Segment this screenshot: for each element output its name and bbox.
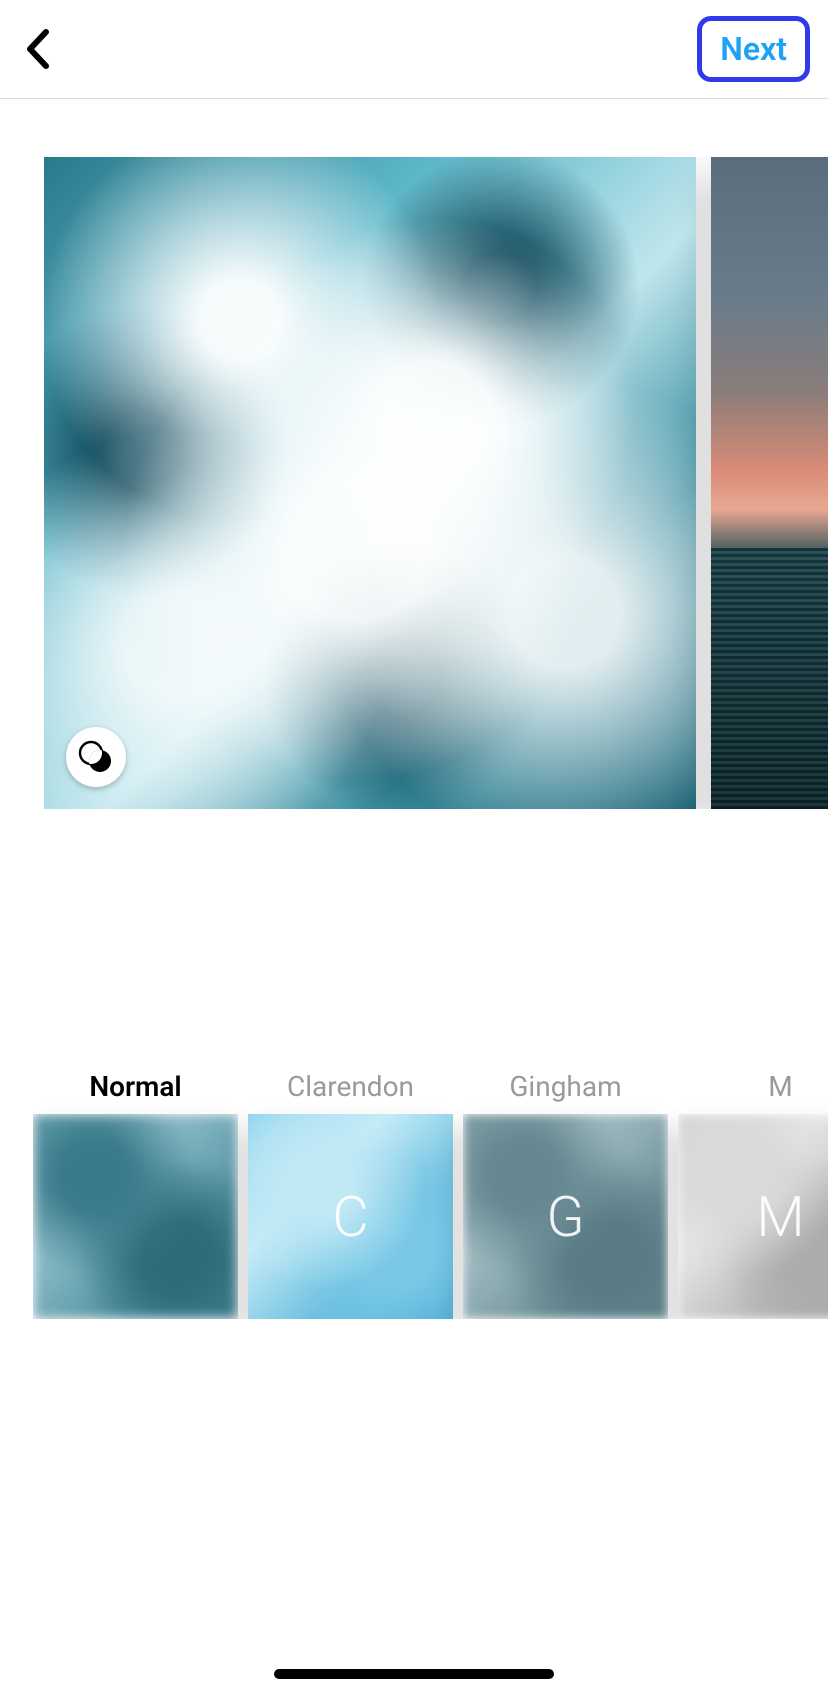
filter-label: Clarendon	[287, 1058, 414, 1114]
lux-adjust-button[interactable]	[733, 727, 793, 787]
header-bar: Next	[0, 0, 828, 99]
home-indicator	[274, 1669, 554, 1679]
filter-thumbnail: G	[463, 1114, 668, 1319]
filter-option-gingham[interactable]: Gingham G	[463, 1058, 668, 1319]
filter-label: Gingham	[509, 1058, 621, 1114]
filter-option-normal[interactable]: Normal	[33, 1058, 238, 1319]
filter-letter: M	[678, 1114, 828, 1319]
venn-contrast-icon	[745, 739, 781, 775]
filter-thumbnail: C	[248, 1114, 453, 1319]
preview-image-2[interactable]	[711, 157, 828, 809]
filter-label: M	[768, 1058, 792, 1114]
filter-thumbnail: M	[678, 1114, 828, 1319]
lux-adjust-button[interactable]	[66, 727, 126, 787]
venn-contrast-icon	[78, 739, 114, 775]
preview-carousel[interactable]	[44, 157, 828, 809]
filter-letter	[33, 1114, 238, 1319]
back-button[interactable]	[18, 29, 58, 69]
filter-option-clarendon[interactable]: Clarendon C	[248, 1058, 453, 1319]
filter-letter: G	[463, 1114, 668, 1319]
filters-strip[interactable]: Normal Clarendon C Gingham G M M	[33, 1058, 828, 1319]
chevron-left-icon	[25, 29, 51, 69]
preview-image-1[interactable]	[44, 157, 696, 809]
filter-option-moon[interactable]: M M	[678, 1058, 828, 1319]
filter-label: Normal	[89, 1058, 181, 1114]
next-button[interactable]: Next	[697, 16, 810, 82]
filter-thumbnail	[33, 1114, 238, 1319]
next-button-label: Next	[720, 30, 787, 68]
filter-letter: C	[248, 1114, 453, 1319]
